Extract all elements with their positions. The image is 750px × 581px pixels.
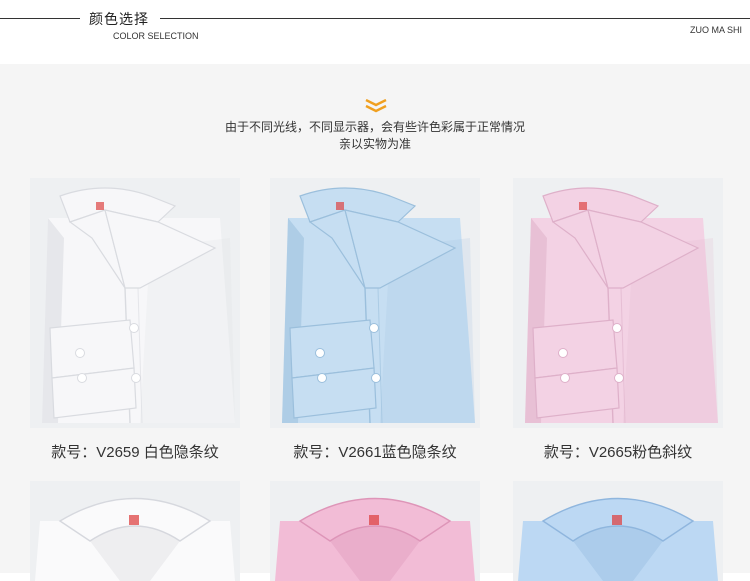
header-rule-right	[160, 18, 750, 19]
product-caption: 款号：V2661蓝色隐条纹	[293, 444, 457, 461]
shirt-photo[interactable]	[513, 178, 723, 428]
disclaimer-line-2: 亲以实物为准	[338, 137, 411, 151]
shirt-photo[interactable]	[30, 178, 240, 428]
shirt-photo-row2-blue[interactable]	[513, 481, 723, 581]
disclaimer-line-1: 由于不同光线，不同显示器，会有些许色彩属于正常情况	[224, 120, 525, 134]
brand-name: ZUO MA SHI	[689, 25, 742, 35]
section-subtitle: COLOR SELECTION	[113, 31, 199, 41]
header-rule-left	[0, 18, 80, 19]
shirt-photo-row2-pink[interactable]	[270, 481, 480, 581]
section-header: 颜色选择 COLOR SELECTION ZUO MA SHI	[0, 0, 750, 64]
product-caption: 款号：V2665粉色斜纹	[543, 444, 693, 461]
color-disclaimer: 由于不同光线，不同显示器，会有些许色彩属于正常情况 亲以实物为准	[0, 119, 750, 153]
double-chevron-down-icon	[365, 99, 387, 113]
section-title: 颜色选择	[89, 11, 149, 27]
shirt-photo[interactable]	[270, 178, 480, 428]
color-selection-panel: 由于不同光线，不同显示器，会有些许色彩属于正常情况 亲以实物为准 款号：V265…	[0, 64, 750, 581]
shirt-photo-row2-white[interactable]	[30, 481, 240, 581]
product-caption: 款号：V2659 白色隐条纹	[51, 444, 219, 461]
